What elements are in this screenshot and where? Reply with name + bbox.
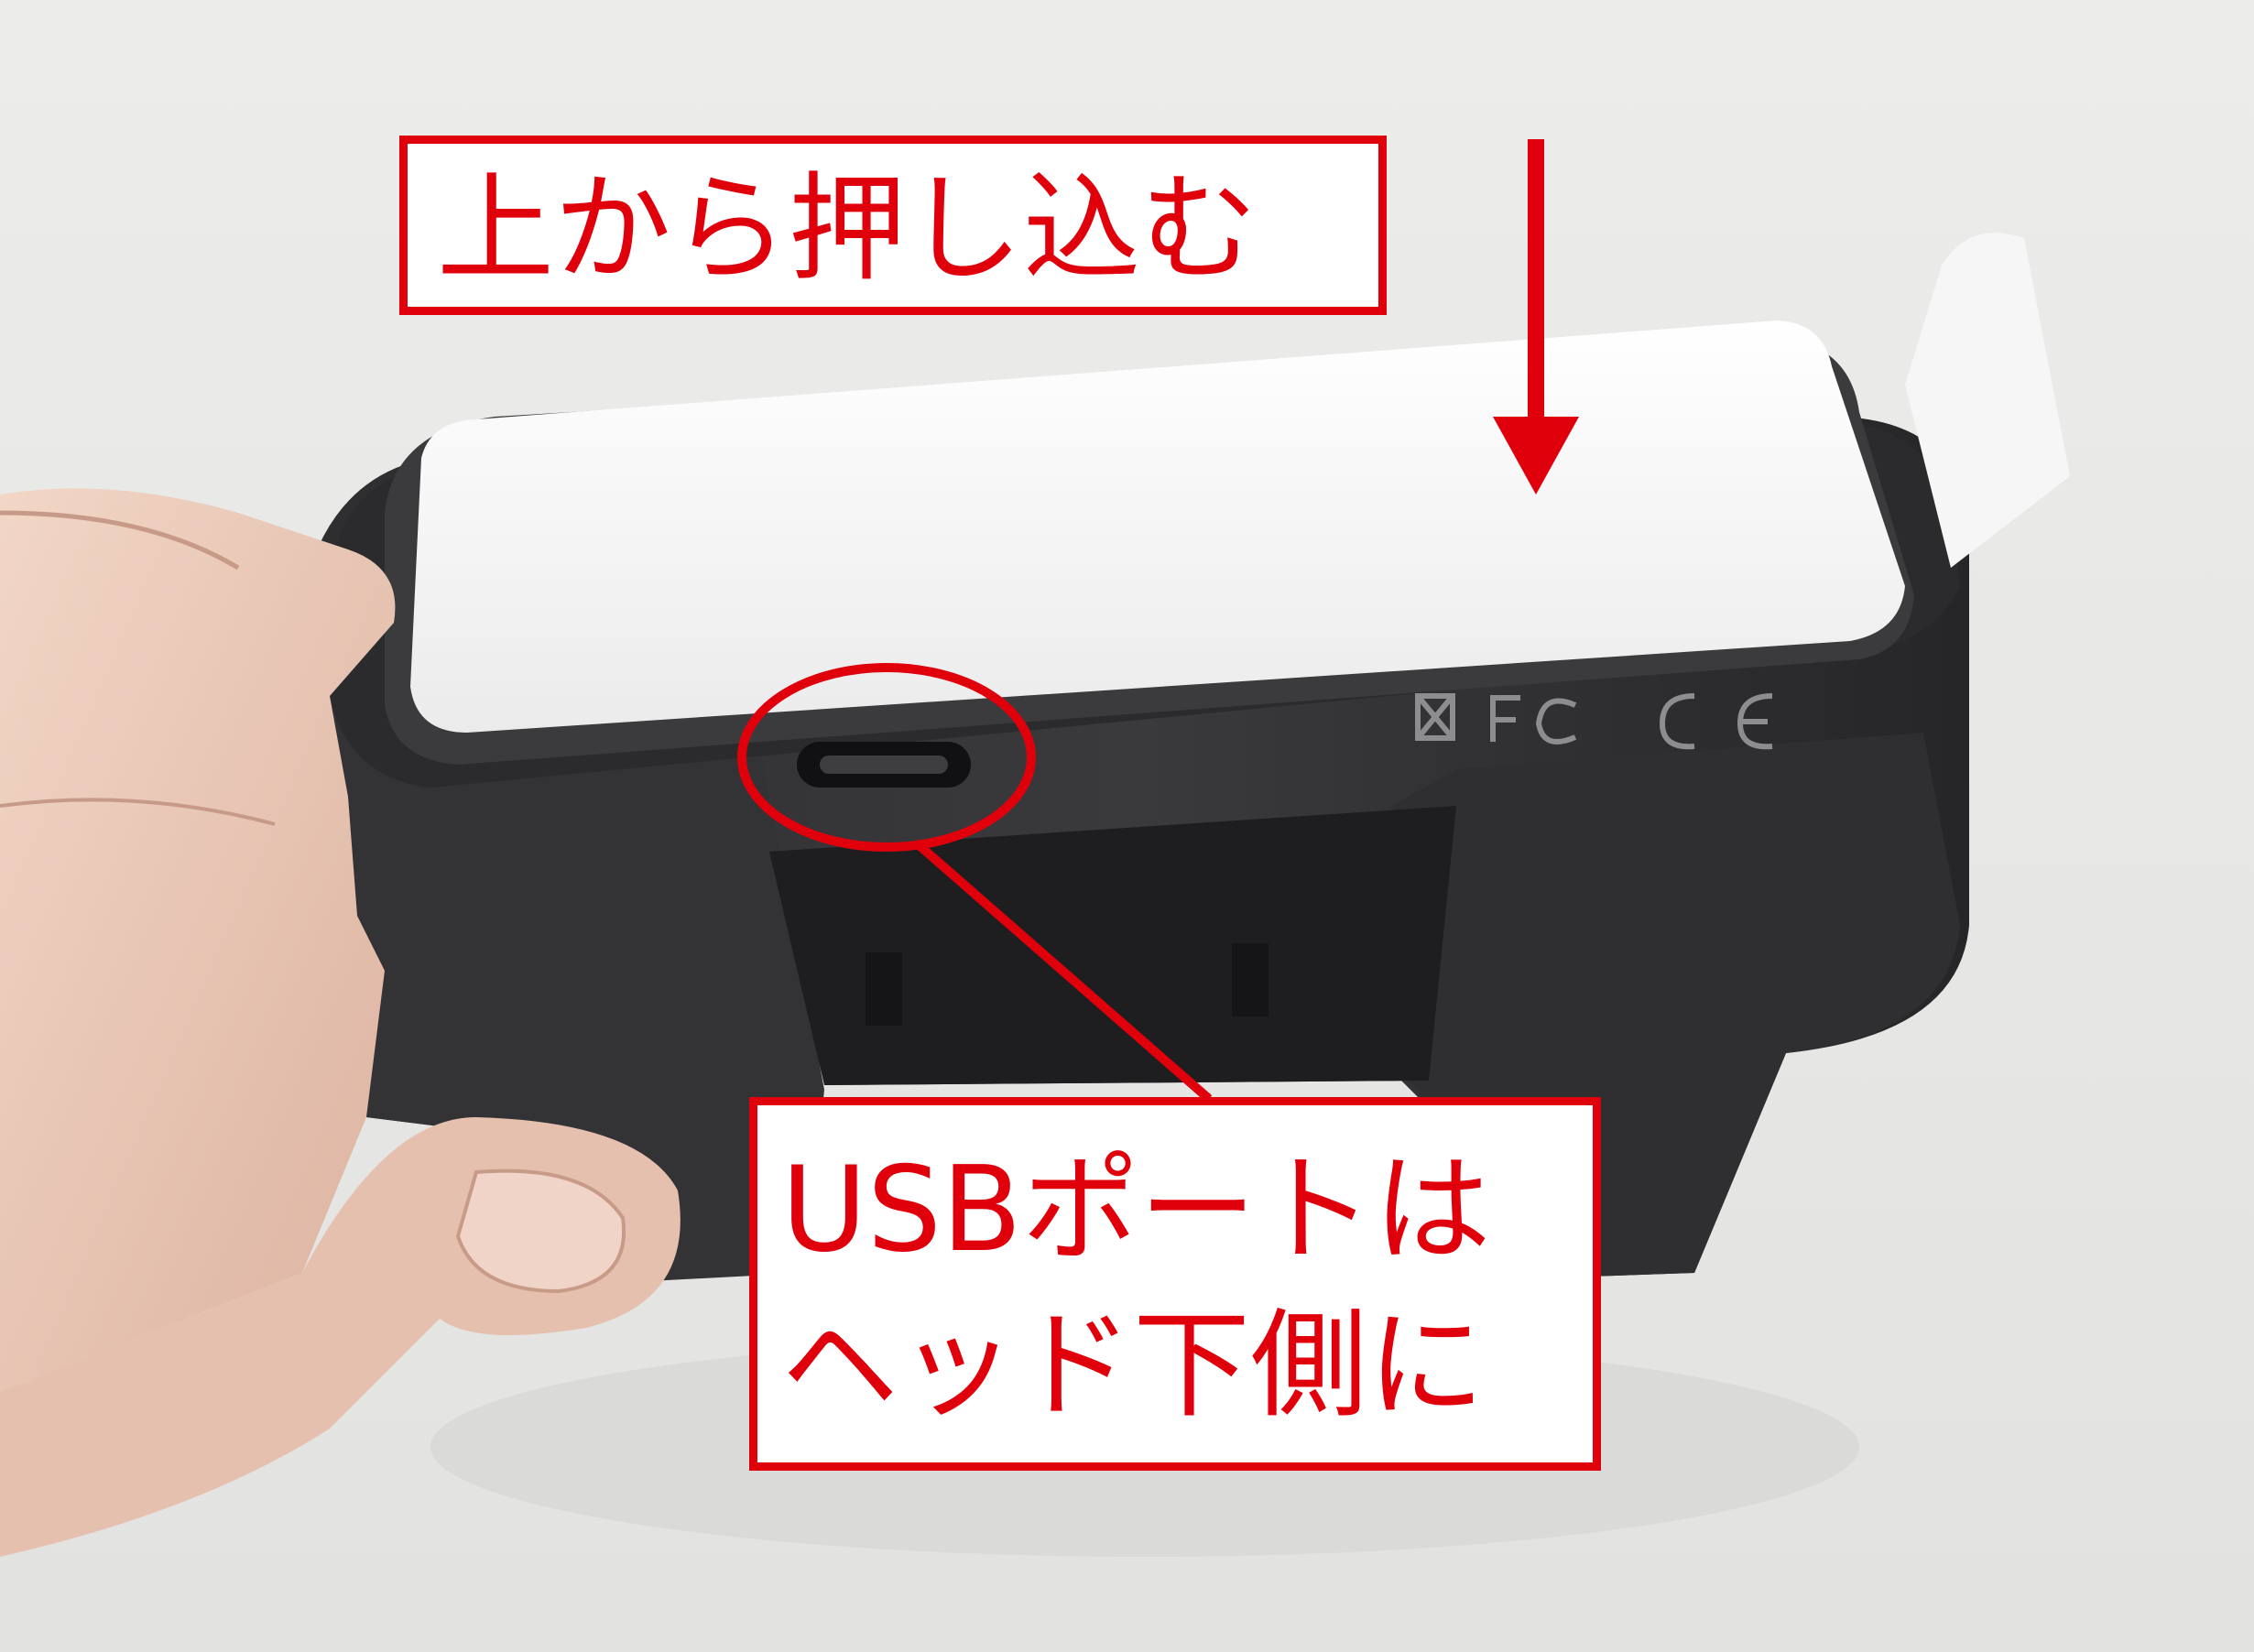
holder-clip-left [866,952,902,1026]
callout-bottom-text-line2: ヘッド下側に [781,1298,1486,1434]
callout-usb-port: USBポートは ヘッド下側に [749,1097,1601,1471]
holder-clip-right [1232,943,1269,1016]
callout-bottom-text-line1: USBポートは [781,1142,1491,1278]
photo-stage: 上から押し込む USBポートは ヘッド下側に [0,0,2254,1652]
callout-push-from-top: 上から押し込む [399,136,1387,315]
callout-top-text: 上から押し込む [437,161,1258,298]
